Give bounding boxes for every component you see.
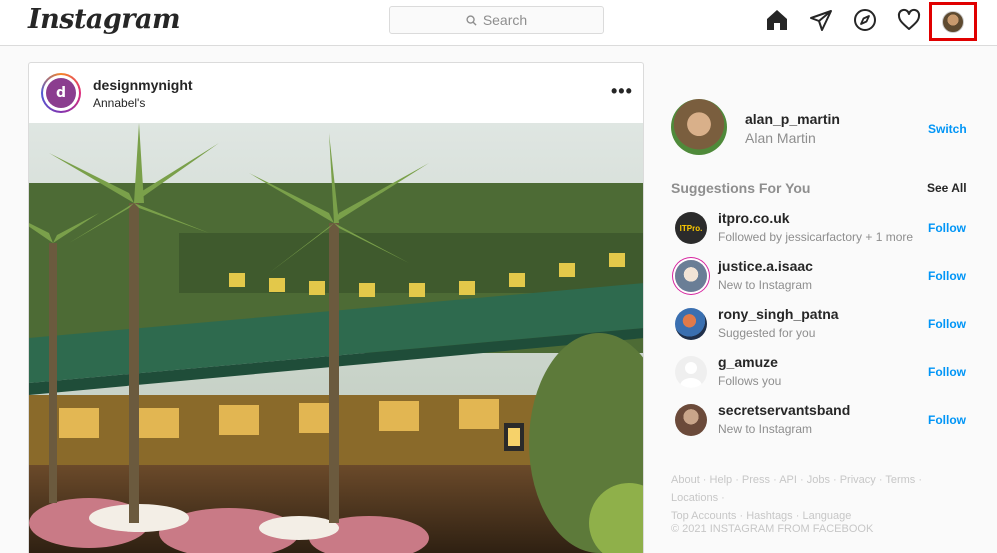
footer-links: About · Help · Press · API · Jobs · Priv…	[671, 471, 971, 525]
see-all-link[interactable]: See All	[927, 181, 967, 195]
follow-button[interactable]: Follow	[928, 269, 966, 283]
switch-account-button[interactable]: Switch	[928, 122, 967, 136]
suggestion-avatar[interactable]	[675, 308, 707, 340]
current-user-avatar[interactable]	[671, 99, 727, 155]
top-nav-bar: Instagram Search	[0, 0, 997, 46]
suggestion-username[interactable]: rony_singh_patna	[718, 306, 839, 322]
suggestion-avatar[interactable]: ITPro.	[675, 212, 707, 244]
profile-avatar	[942, 10, 964, 33]
suggestion-item: ITPro. itpro.co.uk Followed by jessicarf…	[671, 208, 966, 252]
search-placeholder: Search	[482, 12, 528, 28]
footer-links-line[interactable]: About · Help · Press · API · Jobs · Priv…	[671, 471, 971, 507]
follow-button[interactable]: Follow	[928, 413, 966, 427]
suggestion-subtitle: New to Instagram	[718, 278, 813, 292]
profile-avatar-button[interactable]	[929, 2, 977, 41]
follow-button[interactable]: Follow	[928, 317, 966, 331]
post-header: d designmynight Annabel's •••	[29, 63, 643, 123]
follow-button[interactable]: Follow	[928, 221, 966, 235]
suggestion-item: justice.a.isaac New to Instagram Follow	[671, 256, 966, 300]
activity-heart-icon[interactable]	[897, 8, 921, 32]
suggestion-subtitle: Follows you	[718, 374, 782, 388]
current-username[interactable]: alan_p_martin	[745, 111, 840, 127]
suggestion-item: rony_singh_patna Suggested for you Follo…	[671, 304, 966, 348]
suggestion-username[interactable]: secretservantsband	[718, 402, 850, 418]
suggestion-subtitle: New to Instagram	[718, 422, 813, 436]
suggestion-subtitle: Followed by jessicarfactory + 1 more	[718, 230, 914, 244]
search-icon	[466, 14, 477, 26]
default-avatar-icon[interactable]	[675, 356, 707, 388]
explore-compass-icon[interactable]	[853, 8, 877, 32]
suggestion-item: secretservantsband New to Instagram Foll…	[671, 400, 966, 444]
suggestions-title: Suggestions For You	[671, 180, 811, 196]
suggestion-item: g_amuze Follows you Follow	[671, 352, 966, 396]
post-author-avatar[interactable]: d	[41, 73, 81, 113]
suggestion-username[interactable]: g_amuze	[718, 354, 778, 370]
more-options-icon[interactable]: •••	[611, 81, 633, 102]
follow-button[interactable]: Follow	[928, 365, 966, 379]
direct-message-icon[interactable]	[809, 8, 833, 32]
suggestion-username[interactable]: itpro.co.uk	[718, 210, 790, 226]
copyright-text: © 2021 INSTAGRAM FROM FACEBOOK	[671, 523, 874, 535]
post-location[interactable]: Annabel's	[93, 96, 145, 110]
suggestion-avatar[interactable]	[675, 260, 707, 292]
search-input[interactable]: Search	[389, 6, 604, 34]
feed-post: d designmynight Annabel's •••	[28, 62, 644, 553]
post-image[interactable]	[29, 123, 644, 553]
post-author-username[interactable]: designmynight	[93, 77, 193, 93]
home-icon[interactable]	[765, 8, 789, 32]
instagram-logo[interactable]: Instagram	[28, 4, 181, 35]
current-user-fullname: Alan Martin	[745, 130, 816, 146]
suggestion-username[interactable]: justice.a.isaac	[718, 258, 813, 274]
suggestion-subtitle: Suggested for you	[718, 326, 816, 340]
suggestion-avatar[interactable]	[675, 404, 707, 436]
